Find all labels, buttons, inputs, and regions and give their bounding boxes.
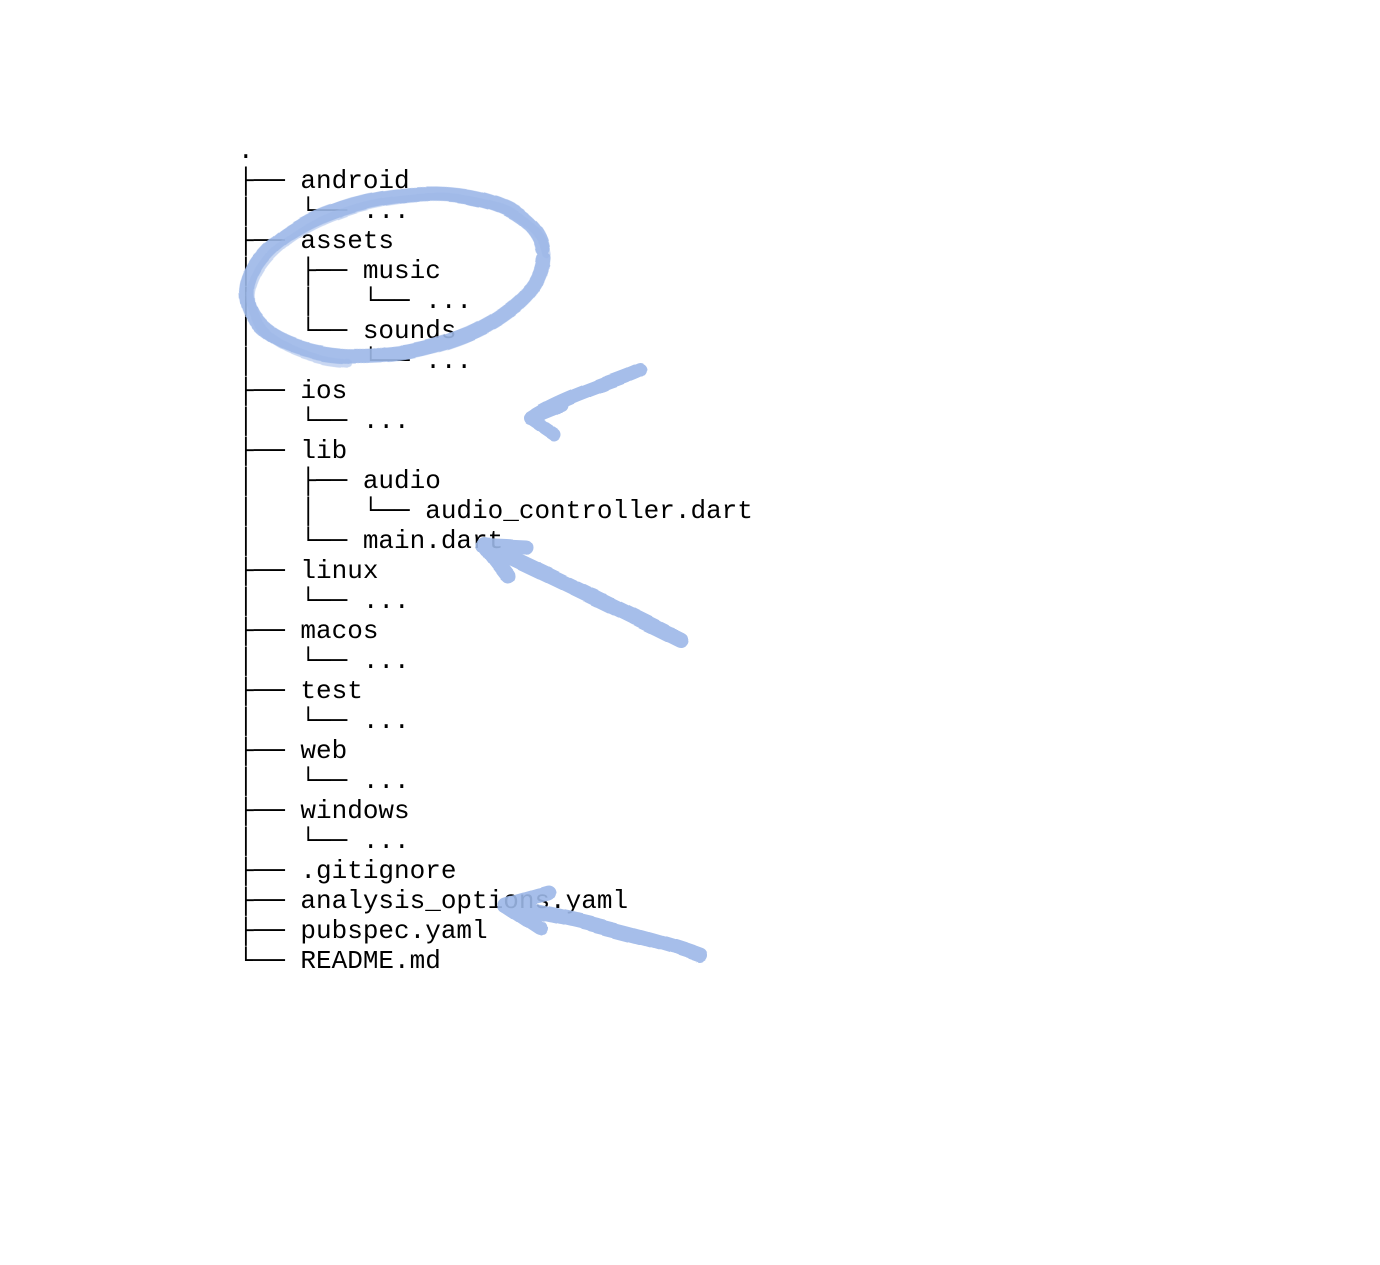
diagram-canvas: . ├── android │ └── ... ├── assets │ ├──… xyxy=(0,0,1380,1265)
directory-tree: . ├── android │ └── ... ├── assets │ ├──… xyxy=(238,136,753,976)
